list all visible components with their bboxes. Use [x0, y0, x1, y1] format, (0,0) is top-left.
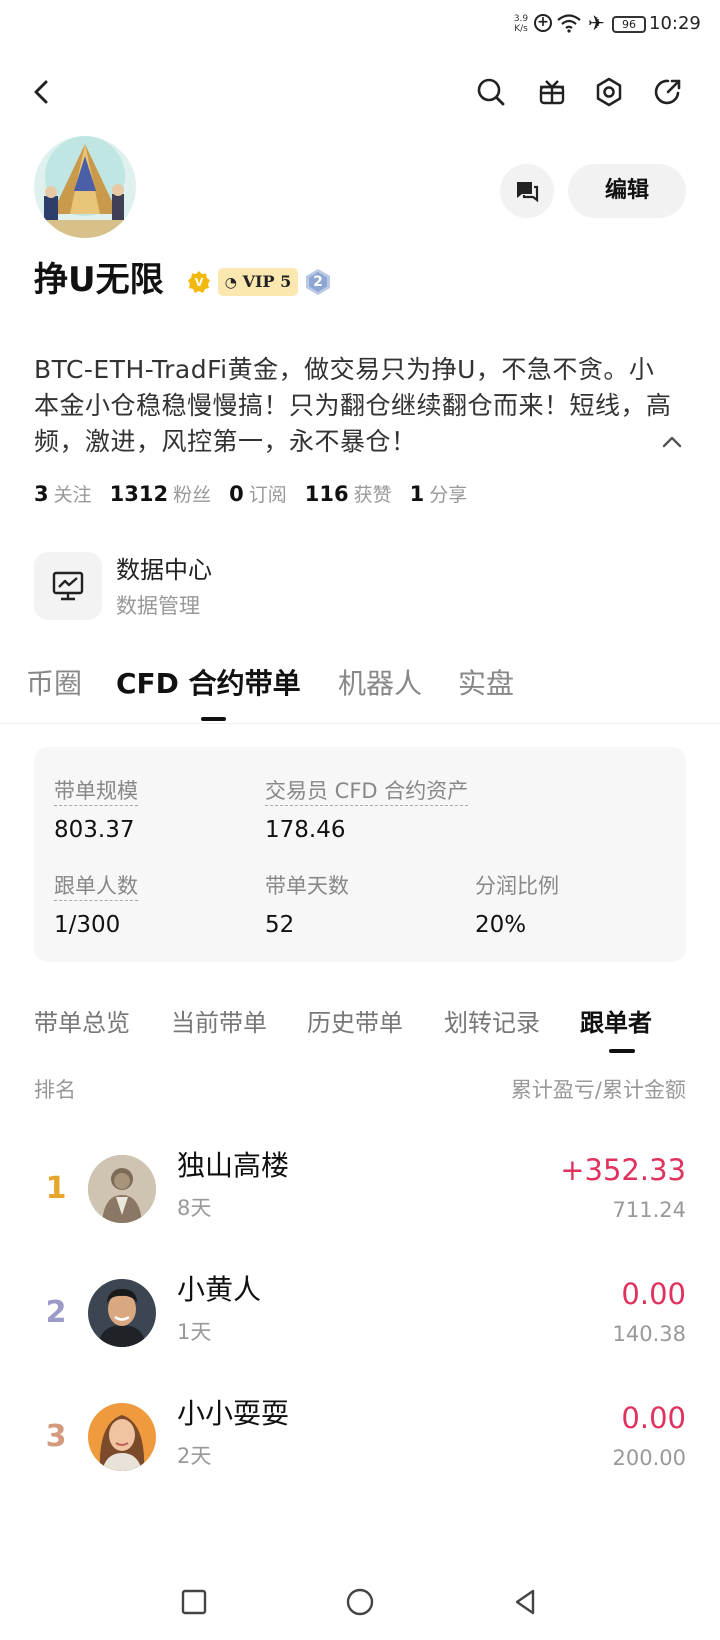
pnl-header: 累计盈亏/累计金额: [510, 1078, 686, 1102]
data-center-button[interactable]: [34, 552, 102, 620]
chart-monitor-icon: [52, 571, 84, 601]
active-subtab-indicator: [609, 1049, 635, 1053]
network-speed: 3.9 K/s: [513, 14, 529, 34]
cumulative-amount: 711.24: [612, 1198, 686, 1222]
settings-button[interactable]: [587, 70, 631, 114]
tab-live-trading[interactable]: 实盘: [458, 664, 514, 704]
rank-number: 2: [45, 1295, 67, 1330]
follower-name: 小小耍耍: [177, 1397, 290, 1430]
assets-label[interactable]: 交易员 CFD 合约资产: [265, 777, 469, 806]
follower-days: 2天: [177, 1444, 212, 1468]
list-item[interactable]: 3 小小耍耍 2天 0.00 200.00: [0, 1375, 720, 1499]
chat-icon: [517, 182, 539, 203]
profit-share-label: 分润比例: [475, 874, 559, 898]
tab-current-orders[interactable]: 当前带单: [171, 1006, 267, 1040]
vip-label: VIP 5: [242, 272, 292, 291]
level-badge: 2: [304, 268, 332, 296]
search-icon: [477, 78, 505, 106]
follower-name: 独山高楼: [177, 1149, 290, 1182]
follower-days: 8天: [177, 1196, 212, 1220]
follower-name: 小黄人: [177, 1273, 262, 1306]
cumulative-pnl: 0.00: [621, 1277, 686, 1311]
square-icon: [181, 1589, 207, 1615]
svg-text:V: V: [195, 276, 204, 289]
recent-apps-button[interactable]: [174, 1582, 214, 1622]
stat-followers[interactable]: 1312 粉丝: [110, 480, 211, 507]
triangle-back-icon: [515, 1589, 535, 1615]
gear-icon: [596, 77, 622, 107]
cumulative-amount: 200.00: [612, 1446, 686, 1470]
profile-avatar[interactable]: [34, 136, 136, 238]
divider: [0, 723, 720, 724]
data-center-subtitle: 数据管理: [116, 594, 200, 618]
profile-bio: BTC-ETH-TradFi黄金，做交易只为挣U，不急不贪。小本金小仓稳稳慢慢搞…: [34, 355, 672, 456]
wifi-icon: [556, 13, 582, 37]
status-bar: 3.9 K/s + ✈ 96 10:29: [0, 0, 720, 50]
rank-number: 3: [45, 1419, 67, 1454]
list-item[interactable]: 1 独山高楼 8天 +352.33 711.24: [0, 1127, 720, 1251]
rank-number: 1: [45, 1171, 67, 1206]
verified-icon: V: [187, 270, 211, 294]
tab-bots[interactable]: 机器人: [338, 664, 422, 704]
cumulative-pnl: 0.00: [621, 1401, 686, 1435]
battery-icon: 96: [612, 16, 646, 33]
profit-share-value: 20%: [475, 912, 527, 938]
days-value: 52: [265, 912, 295, 938]
tab-crypto[interactable]: 币圈: [26, 664, 82, 704]
followers-count-value: 1/300: [54, 912, 121, 938]
back-button[interactable]: [20, 70, 64, 114]
scale-value: 803.37: [54, 817, 135, 843]
share-button[interactable]: [646, 70, 690, 114]
avatar: [88, 1155, 156, 1223]
message-button[interactable]: [500, 164, 554, 218]
tab-overview[interactable]: 带单总览: [34, 1006, 130, 1040]
level-number: 2: [313, 274, 323, 290]
collapse-bio-button[interactable]: [658, 432, 686, 452]
stat-subscriptions[interactable]: 0 订阅: [229, 480, 287, 507]
edit-button[interactable]: 编辑: [568, 164, 686, 218]
tab-history-orders[interactable]: 历史带单: [307, 1006, 403, 1040]
rank-header: 排名: [34, 1078, 76, 1102]
data-saver-icon: +: [534, 14, 552, 32]
cumulative-pnl: +352.33: [560, 1153, 686, 1187]
vip-badge: ◔ VIP 5: [218, 268, 298, 296]
clock: 10:29: [649, 13, 701, 34]
username: 挣U无限: [34, 260, 164, 300]
avatar: [88, 1403, 156, 1471]
followers-count-label[interactable]: 跟单人数: [54, 872, 138, 901]
avatar: [88, 1279, 156, 1347]
scale-label[interactable]: 带单规模: [54, 777, 138, 806]
stat-following[interactable]: 3 关注: [34, 480, 92, 507]
vip-icon: ◔: [224, 275, 237, 291]
active-tab-indicator: [201, 717, 226, 721]
search-button[interactable]: [469, 70, 513, 114]
tab-followers[interactable]: 跟单者: [580, 1006, 652, 1040]
cumulative-amount: 140.38: [612, 1322, 686, 1346]
list-item[interactable]: 2 小黄人 1天 0.00 140.38: [0, 1251, 720, 1375]
assets-value: 178.46: [265, 817, 346, 843]
gift-icon: [539, 80, 565, 105]
days-label: 带单天数: [265, 874, 349, 898]
data-center-title[interactable]: 数据中心: [116, 554, 212, 586]
copy-trading-stats-card: 带单规模 803.37 交易员 CFD 合约资产 178.46 跟单人数 1/3…: [34, 747, 686, 962]
stat-shares[interactable]: 1 分享: [410, 480, 468, 507]
home-button[interactable]: [340, 1582, 380, 1622]
airplane-icon: ✈: [588, 11, 605, 35]
chevron-up-icon: [662, 436, 682, 448]
tab-cfd-copy-trading[interactable]: CFD 合约带单: [116, 664, 301, 704]
tab-transfer-records[interactable]: 划转记录: [444, 1006, 540, 1040]
circle-icon: [346, 1588, 374, 1616]
system-back-button[interactable]: [505, 1582, 545, 1622]
share-icon: [654, 79, 681, 105]
profile-stats: 3 关注 1312 粉丝 0 订阅 116 获赞 1 分享: [34, 480, 485, 512]
gift-button[interactable]: [530, 70, 574, 114]
stat-likes[interactable]: 116 获赞: [305, 480, 392, 507]
follower-days: 1天: [177, 1320, 212, 1344]
